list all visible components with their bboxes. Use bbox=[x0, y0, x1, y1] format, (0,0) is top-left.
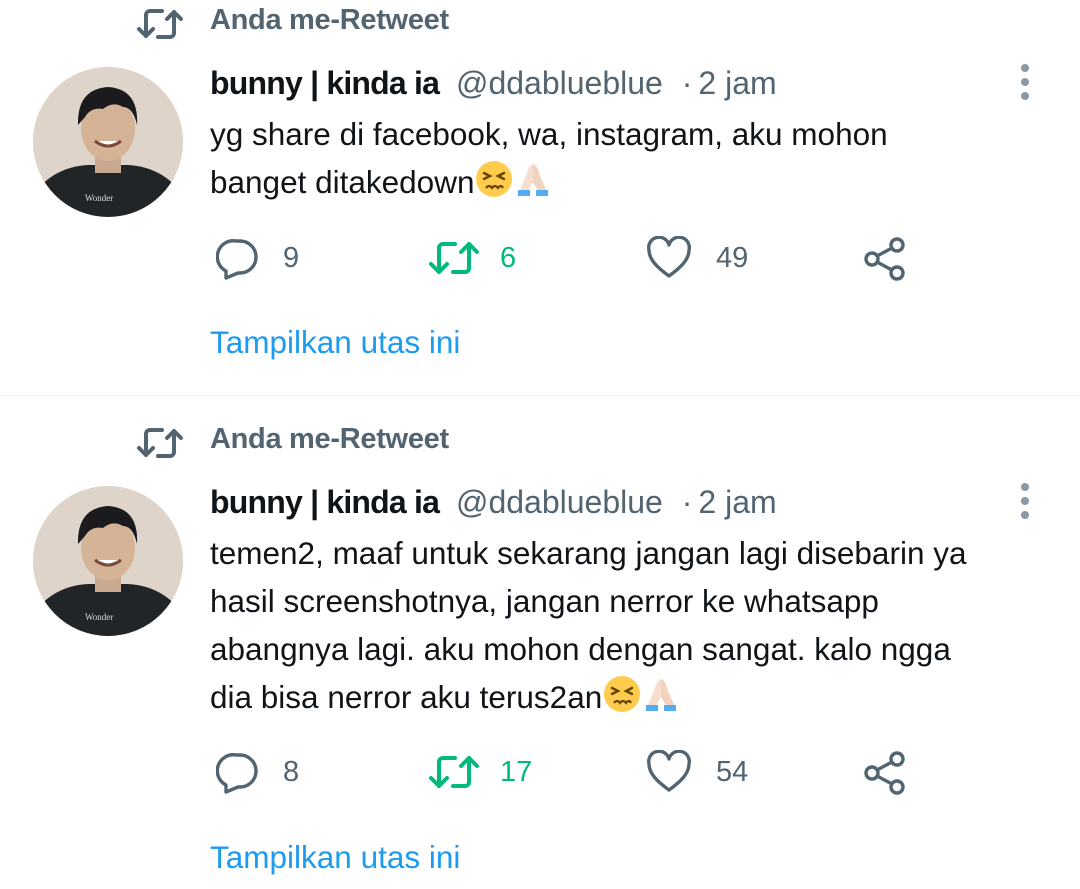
more-button[interactable] bbox=[1010, 60, 1040, 104]
heart-icon bbox=[647, 236, 691, 278]
tweet[interactable]: Anda me-Retweet Wonder bunny | kinda ia … bbox=[0, 0, 1080, 395]
retweet-button[interactable]: 17 bbox=[428, 742, 548, 802]
show-thread-link[interactable]: Tampilkan utas ini bbox=[210, 839, 460, 876]
author-handle[interactable]: @ddablueblue bbox=[456, 65, 663, 101]
share-icon bbox=[864, 237, 905, 281]
retweet-icon bbox=[137, 9, 183, 39]
tweet-actions: 9 6 49 bbox=[0, 228, 1080, 288]
author-handle[interactable]: @ddablueblue bbox=[456, 484, 663, 520]
persevering-face-emoji bbox=[604, 676, 641, 712]
tweet[interactable]: Anda me-Retweet Wonder bunny | kinda ia … bbox=[0, 419, 1080, 889]
heart-icon bbox=[647, 750, 691, 792]
retweet-context-label[interactable]: Anda me-Retweet bbox=[210, 423, 449, 456]
tweet-text-content: temen2, maaf untuk sekarang jangan lagi … bbox=[210, 535, 967, 715]
svg-text:Wonder: Wonder bbox=[85, 193, 113, 203]
folded-hands-emoji bbox=[518, 164, 549, 196]
separator-dot: · bbox=[681, 484, 693, 520]
tweet-header: bunny | kinda ia @ddablueblue · 2 jam bbox=[210, 60, 777, 106]
tweet-divider bbox=[0, 395, 1080, 396]
show-thread-link[interactable]: Tampilkan utas ini bbox=[210, 324, 460, 361]
reply-icon bbox=[216, 239, 258, 280]
share-button[interactable] bbox=[862, 742, 912, 802]
tweet-text: yg share di facebook, wa, instagram, aku… bbox=[210, 110, 1070, 206]
retweet-context-label[interactable]: Anda me-Retweet bbox=[210, 4, 449, 37]
timestamp[interactable]: 2 jam bbox=[698, 484, 776, 520]
more-vertical-icon bbox=[1021, 64, 1029, 100]
like-count: 49 bbox=[716, 242, 749, 274]
timestamp[interactable]: 2 jam bbox=[698, 65, 776, 101]
avatar-image: Wonder bbox=[33, 67, 183, 217]
retweet-icon bbox=[429, 756, 479, 788]
svg-text:Wonder: Wonder bbox=[85, 612, 113, 622]
like-button[interactable]: 54 bbox=[646, 742, 776, 802]
reply-icon bbox=[216, 753, 258, 794]
retweet-button[interactable]: 6 bbox=[428, 228, 548, 288]
retweet-icon bbox=[137, 428, 183, 458]
more-vertical-icon bbox=[1021, 483, 1029, 519]
reply-button[interactable]: 9 bbox=[216, 228, 336, 288]
retweet-count: 17 bbox=[500, 756, 533, 788]
avatar[interactable]: Wonder bbox=[33, 486, 183, 636]
tweet-text: temen2, maaf untuk sekarang jangan lagi … bbox=[210, 529, 1070, 721]
author-name[interactable]: bunny | kinda ia bbox=[210, 484, 440, 520]
retweet-context: Anda me-Retweet bbox=[0, 0, 1080, 50]
folded-hands-emoji bbox=[646, 679, 677, 711]
tweet-actions: 8 17 54 bbox=[0, 742, 1080, 802]
like-count: 54 bbox=[716, 756, 749, 788]
reply-count: 8 bbox=[283, 756, 300, 788]
author-name[interactable]: bunny | kinda ia bbox=[210, 65, 440, 101]
retweet-count: 6 bbox=[500, 242, 517, 274]
reply-count: 9 bbox=[283, 242, 300, 274]
avatar[interactable]: Wonder bbox=[33, 67, 183, 217]
retweet-context: Anda me-Retweet bbox=[0, 419, 1080, 469]
reply-button[interactable]: 8 bbox=[216, 742, 336, 802]
like-button[interactable]: 49 bbox=[646, 228, 776, 288]
avatar-image: Wonder bbox=[33, 486, 183, 636]
more-button[interactable] bbox=[1010, 479, 1040, 523]
retweet-icon bbox=[429, 242, 479, 274]
separator-dot: · bbox=[681, 65, 693, 101]
tweet-header: bunny | kinda ia @ddablueblue · 2 jam bbox=[210, 479, 777, 525]
share-icon bbox=[864, 751, 905, 795]
share-button[interactable] bbox=[862, 228, 912, 288]
persevering-face-emoji bbox=[476, 161, 513, 197]
